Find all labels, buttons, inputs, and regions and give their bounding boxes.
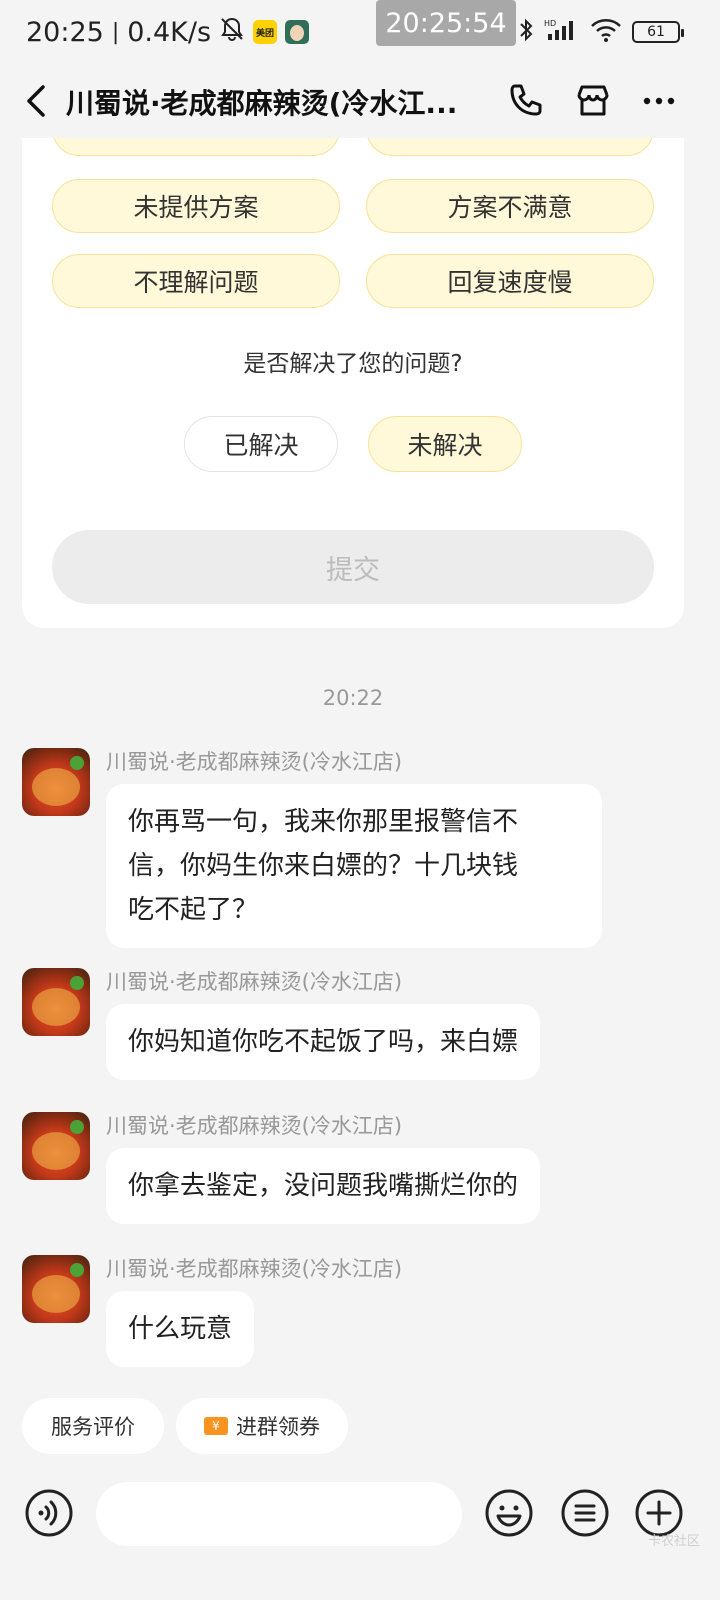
sender-name: 川蜀说·老成都麻辣烫(冷水江店) [106, 750, 403, 774]
message-bubble[interactable]: 你再骂一句，我来你那里报警信不 信，你妈生你来白嫖的？十几块钱 吃不起了？ [106, 784, 602, 948]
watermark: 卡农社区 [647, 1534, 700, 1549]
resolved-button[interactable]: 已解决 [184, 416, 338, 472]
message-bubble[interactable]: 什么玩意 [106, 1291, 255, 1367]
more-dots-icon [643, 97, 675, 105]
feedback-chip[interactable]: 方案不满意 [366, 179, 654, 233]
join-group-coupon-label: 进群领券 [236, 1415, 320, 1439]
voice-button[interactable] [24, 1488, 74, 1538]
message-line: 什么玩意 [128, 1314, 233, 1344]
status-right: HD 61 [518, 12, 684, 52]
message-input[interactable] [96, 1482, 462, 1546]
feedback-chip[interactable]: 不理解问题 [52, 254, 340, 308]
feedback-chip-partial[interactable] [366, 138, 654, 156]
back-button[interactable] [18, 76, 54, 126]
more-button[interactable] [636, 78, 682, 124]
join-group-coupon-button[interactable]: ¥ 进群领券 [176, 1398, 348, 1454]
chat-header: 川蜀说·老成都麻辣烫(冷水江... [0, 64, 720, 138]
service-rating-label: 服务评价 [51, 1415, 135, 1439]
meituan-app-icon: 美团 [253, 20, 278, 44]
status-time: 20:25 [26, 16, 104, 48]
store-avatar[interactable] [22, 1112, 90, 1180]
coupon-icon: ¥ [204, 1417, 228, 1435]
sender-name: 川蜀说·老成都麻辣烫(冷水江店) [106, 1114, 403, 1138]
store-button[interactable] [570, 78, 616, 124]
store-avatar[interactable] [22, 1255, 90, 1323]
wifi-icon [590, 18, 622, 46]
battery-icon: 61 [632, 21, 684, 43]
message-line: 你妈知道你吃不起饭了吗，来白嫖 [128, 1027, 519, 1057]
clock-overlay: 20:25:54 [376, 0, 516, 46]
message-timestamp: 20:22 [322, 686, 384, 710]
sender-name: 川蜀说·老成都麻辣烫(冷水江店) [106, 1257, 403, 1281]
signal-icon: HD [544, 18, 580, 46]
sender-name: 川蜀说·老成都麻辣烫(冷水江店) [106, 970, 403, 994]
emoji-button[interactable] [484, 1488, 534, 1538]
message-line: 信，你妈生你来白嫖的？十几块钱 [128, 851, 519, 881]
message-line: 你再骂一句，我来你那里报警信不 [128, 807, 519, 837]
resolution-question: 是否解决了您的问题? [243, 351, 463, 377]
phone-button[interactable] [502, 78, 548, 124]
status-divider: | [111, 19, 120, 45]
status-network-speed: 0.4K/s [127, 16, 212, 48]
phone-icon [510, 84, 542, 116]
message-bubble[interactable]: 你拿去鉴定，没问题我嘴撕烂你的 [106, 1148, 541, 1224]
feedback-card: 未提供方案 方案不满意 不理解问题 回复速度慢 是否解决了您的问题? 已解决 未… [22, 138, 684, 628]
voice-icon [25, 1489, 73, 1537]
store-icon [577, 85, 609, 116]
quick-reply-button[interactable] [560, 1488, 610, 1538]
message-line: 吃不起了？ [128, 895, 259, 925]
app-avatar-icon [285, 20, 310, 44]
feedback-chip[interactable]: 回复速度慢 [366, 254, 654, 308]
mute-bell-icon [219, 16, 245, 49]
status-left: 20:25 | 0.4K/s 美团 [26, 12, 310, 52]
status-bar: 20:25 | 0.4K/s 美团 20:25:54 HD 61 [0, 0, 720, 64]
service-rating-button[interactable]: 服务评价 [22, 1398, 164, 1454]
store-avatar[interactable] [22, 968, 90, 1036]
bluetooth-icon [518, 17, 534, 47]
store-avatar[interactable] [22, 748, 90, 816]
emoji-icon [485, 1489, 533, 1537]
submit-button[interactable]: 提交 [52, 530, 654, 604]
feedback-chip[interactable]: 未提供方案 [52, 179, 340, 233]
message-bubble[interactable]: 你妈知道你吃不起饭了吗，来白嫖 [106, 1004, 541, 1080]
message-line: 你拿去鉴定，没问题我嘴撕烂你的 [128, 1171, 519, 1201]
chat-title: 川蜀说·老成都麻辣烫(冷水江... [66, 87, 458, 120]
unresolved-button[interactable]: 未解决 [368, 416, 522, 472]
svg-text:HD: HD [544, 19, 556, 28]
feedback-chip-partial[interactable] [52, 138, 340, 156]
chevron-left-icon [27, 85, 45, 117]
list-menu-icon [561, 1489, 609, 1537]
